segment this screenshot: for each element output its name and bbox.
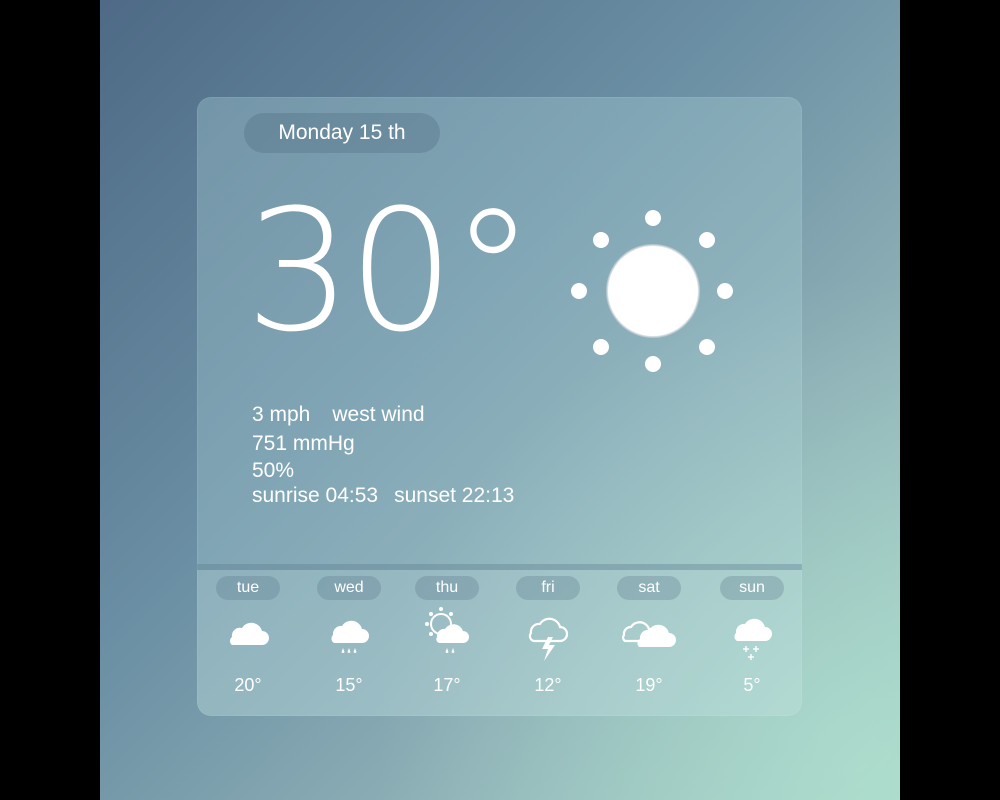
sunrise-time: sunrise 04:53 [252, 484, 379, 507]
cloud-icon [230, 622, 269, 645]
sunset-time: sunset 22:13 [394, 484, 515, 507]
day-temperature: 5° [743, 675, 761, 695]
sun-icon [571, 210, 733, 372]
sun-cloud-rain-icon [425, 607, 469, 654]
wind-direction: west wind [332, 403, 425, 426]
forecast-day-fri[interactable]: fri 12° [503, 570, 593, 716]
day-temperature: 12° [534, 675, 562, 695]
two-clouds-icon [621, 621, 676, 647]
pressure: 751 mmHg [252, 432, 355, 455]
day-label: thu [415, 576, 479, 600]
snow-cloud-icon [734, 618, 772, 660]
day-label: fri [516, 576, 580, 600]
day-temperature: 20° [234, 675, 262, 695]
date-label: Monday 15 th [244, 113, 440, 153]
forecast-day-sat[interactable]: sat 19° [604, 570, 694, 716]
day-label: sat [617, 576, 681, 600]
forecast-day-sun[interactable]: sun 5° [707, 570, 797, 716]
day-label: wed [317, 576, 381, 600]
day-temperature: 17° [433, 675, 461, 695]
forecast-day-thu[interactable]: thu 17° [402, 570, 492, 716]
day-label: sun [720, 576, 784, 600]
day-temperature: 15° [335, 675, 363, 695]
current-temperature: 30° [245, 173, 535, 369]
day-temperature: 19° [635, 675, 663, 695]
day-label: tue [216, 576, 280, 600]
thunderstorm-icon [528, 617, 569, 661]
rain-cloud-icon [331, 620, 369, 654]
forecast-day-tue[interactable]: tue 20° [203, 570, 293, 716]
wind-speed: 3 mph [252, 403, 311, 426]
weather-details: 3 mph west wind 751 mmHg 50% sunrise 04:5… [252, 400, 514, 508]
humidity: 50% [252, 459, 295, 482]
forecast-day-wed[interactable]: wed 15° [304, 570, 394, 716]
weather-card: Monday 15 th 30° 3 mph west wind 751 mmHg… [197, 97, 802, 716]
forecast-strip: tue 20° wed 15° thu 17° fri 12° sat 19° … [197, 570, 802, 716]
